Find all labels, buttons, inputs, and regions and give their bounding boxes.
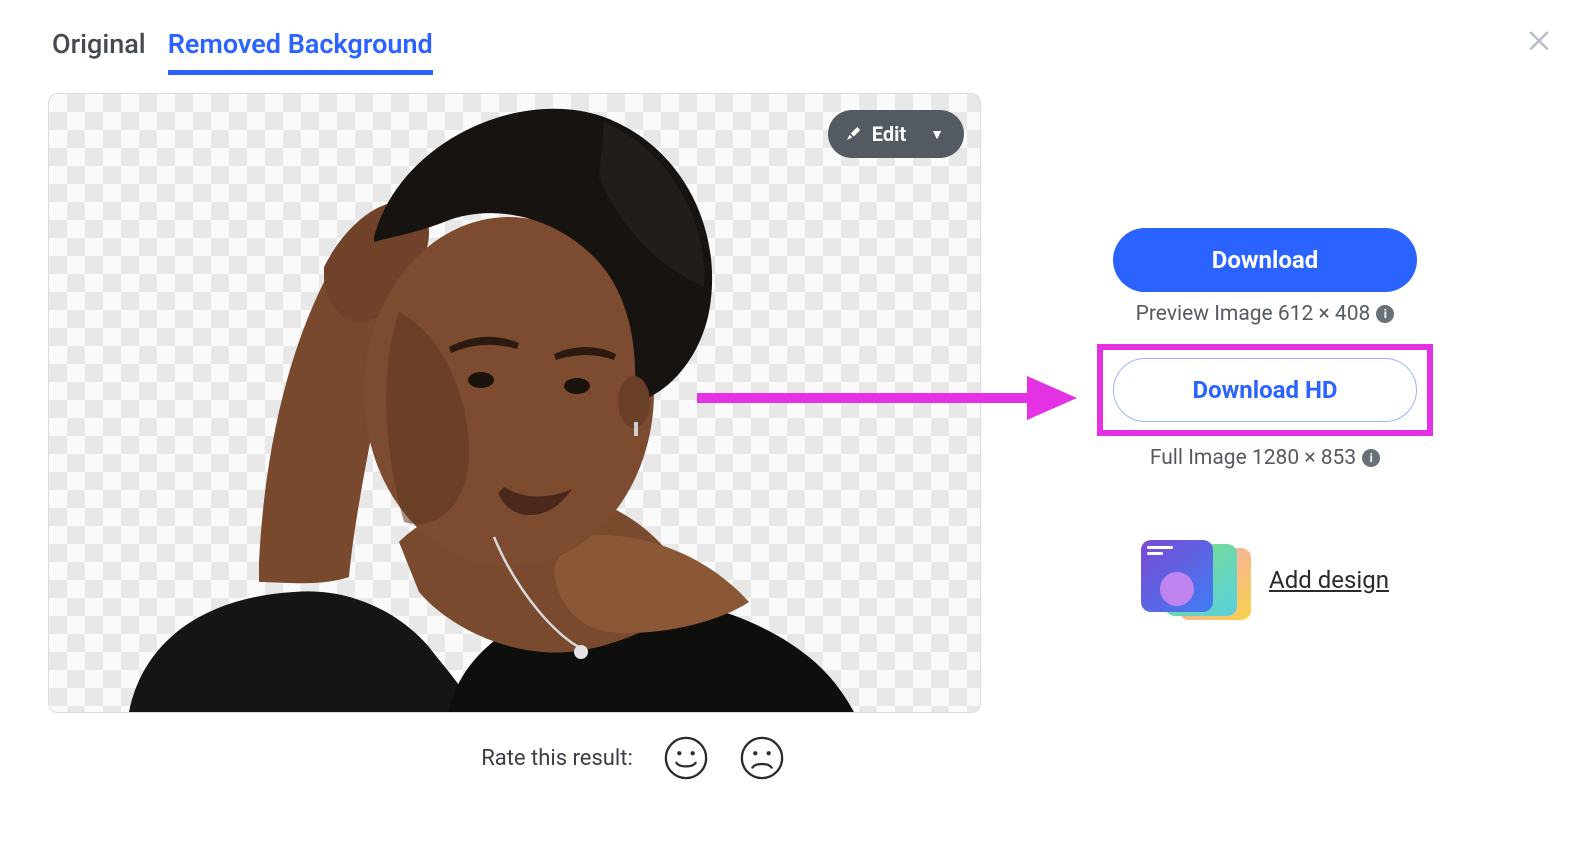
design-thumbnails-icon bbox=[1141, 540, 1251, 620]
info-icon[interactable]: i bbox=[1376, 305, 1394, 323]
preview-dimensions-caption: Preview Image 612 × 408 i bbox=[1136, 302, 1395, 326]
chevron-down-icon: ▼ bbox=[930, 126, 944, 143]
edit-button[interactable]: Edit ▼ bbox=[828, 110, 964, 158]
rate-good-button[interactable] bbox=[663, 735, 709, 781]
full-dimensions-caption: Full Image 1280 × 853 i bbox=[1150, 446, 1380, 470]
add-design-link[interactable]: Add design bbox=[1141, 540, 1389, 620]
download-button[interactable]: Download bbox=[1113, 228, 1417, 292]
download-hd-button[interactable]: Download HD bbox=[1113, 358, 1417, 422]
view-tabs: Original Removed Background bbox=[52, 28, 988, 75]
tab-removed-background[interactable]: Removed Background bbox=[168, 28, 433, 75]
rate-bad-button[interactable] bbox=[739, 735, 785, 781]
info-icon[interactable]: i bbox=[1362, 449, 1380, 467]
brush-icon bbox=[844, 125, 862, 143]
edit-button-label: Edit bbox=[872, 122, 906, 146]
annotation-highlight-box: Download HD bbox=[1097, 344, 1433, 436]
rating-label: Rate this result: bbox=[481, 746, 633, 771]
tab-original[interactable]: Original bbox=[52, 28, 146, 75]
add-design-label: Add design bbox=[1269, 566, 1389, 594]
rating-row: Rate this result: bbox=[278, 735, 988, 781]
